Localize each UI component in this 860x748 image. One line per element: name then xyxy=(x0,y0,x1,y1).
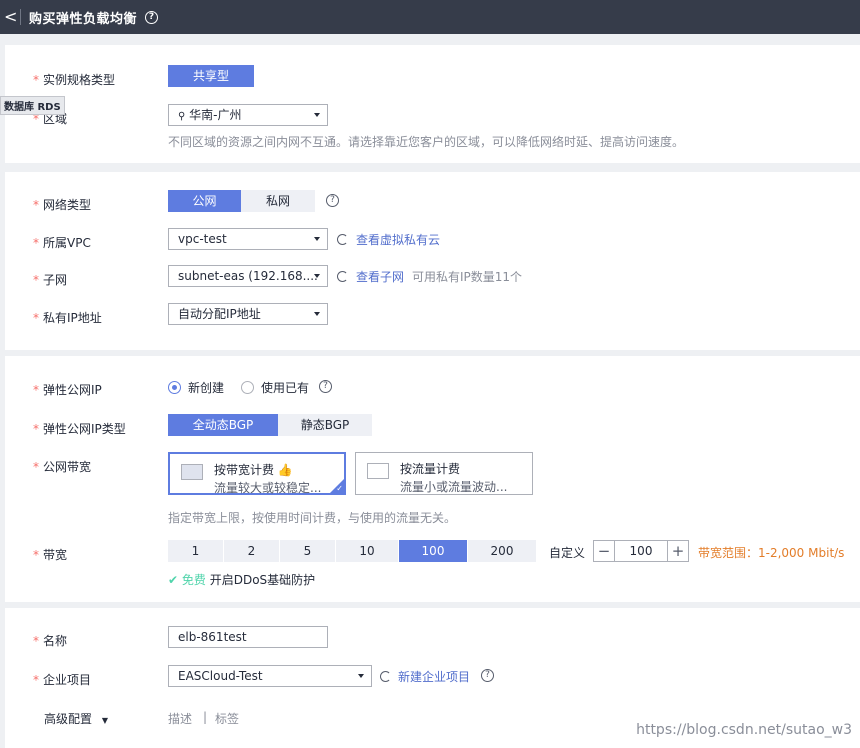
name-row: * 名称 elb-861test xyxy=(5,626,860,652)
refresh-icon[interactable] xyxy=(380,671,391,682)
eip-label: * 弹性公网IP xyxy=(33,383,102,397)
private-ip-select[interactable]: 自动分配IP地址 xyxy=(168,303,328,325)
region-row: * 区域 ⚲ 华南-广州 不同区域的资源之间内网不互通。请选择靠近您客户的区域，可… xyxy=(5,104,860,149)
back-arrow-icon[interactable]: < xyxy=(4,0,18,34)
bw-option-1[interactable]: 1 xyxy=(168,540,223,562)
bw-option-10[interactable]: 10 xyxy=(336,540,398,562)
ddos-free-badge: 免费 xyxy=(181,573,206,587)
name-input[interactable]: elb-861test xyxy=(168,626,328,648)
eip-row: * 弹性公网IP 新创建 使用已有 ? xyxy=(5,375,860,401)
check-circle-icon: ✔ xyxy=(168,573,179,587)
bandwidth-chart-icon xyxy=(181,464,203,480)
chevron-down-icon xyxy=(314,237,320,241)
subnet-label: * 子网 xyxy=(33,273,68,287)
bw-option-100[interactable]: 100 xyxy=(399,540,467,562)
network-private-tab[interactable]: 私网 xyxy=(241,190,315,212)
watermark: https://blog.csdn.net/sutao_w3 xyxy=(636,722,852,738)
caret-down-icon: ▼ xyxy=(101,716,108,725)
project-select[interactable]: EASCloud-Test xyxy=(168,665,372,687)
ddos-row: ✔ 免费 开启DDoS基础防护 xyxy=(5,569,860,595)
tag-link[interactable]: 标签 xyxy=(215,710,239,727)
project-label: * 企业项目 xyxy=(33,673,92,687)
bandwidth-row: * 带宽 1 2 5 10 100 200 自定义 − 100 + 带宽范围：1-… xyxy=(5,540,860,566)
rds-tooltip: 数据库 RDS xyxy=(0,96,65,115)
bandwidth-stepper: − 100 + xyxy=(593,540,689,562)
eip-dynamic-bgp-tab[interactable]: 全动态BGP xyxy=(168,414,278,436)
refresh-icon[interactable] xyxy=(337,234,348,245)
project-row: * 企业项目 EASCloud-Test 新建企业项目 ? xyxy=(5,665,860,691)
spec-region-card: * 实例规格类型 共享型 * 区域 ⚲ 华南-广州 不同区域的资源之间内网不互通。请… xyxy=(5,45,860,163)
plus-button[interactable]: + xyxy=(668,541,688,561)
description-link[interactable]: 描述 xyxy=(168,710,192,727)
ddos-info: ✔ 免费 开启DDoS基础防护 xyxy=(168,573,316,587)
bandwidth-range: 带宽范围：1-2,000 Mbit/s xyxy=(698,546,845,560)
network-public-tab[interactable]: 公网 xyxy=(168,190,241,212)
eip-existing-label[interactable]: 使用已有 xyxy=(261,379,309,396)
advanced-toggle[interactable]: 高级配置 ▼ xyxy=(44,710,108,727)
header-divider xyxy=(20,9,21,25)
new-project-link[interactable]: 新建企业项目 xyxy=(398,668,470,685)
spec-row: * 实例规格类型 共享型 xyxy=(5,65,860,91)
top-bar: < 购买弹性负载均衡 ? xyxy=(0,0,860,34)
divider: | xyxy=(203,710,208,724)
eip-card: * 弹性公网IP 新创建 使用已有 ? * 弹性公网IP类型 全动态BGP 静态BG… xyxy=(5,356,860,602)
region-select[interactable]: ⚲ 华南-广州 xyxy=(168,104,328,126)
eip-type-label: * 弹性公网IP类型 xyxy=(33,422,126,436)
chevron-down-icon xyxy=(314,312,320,316)
page-title: 购买弹性负载均衡 xyxy=(29,11,138,27)
vpc-select[interactable]: vpc-test xyxy=(168,228,328,250)
view-subnet-link[interactable]: 查看子网 xyxy=(356,268,404,285)
eip-new-label[interactable]: 新创建 xyxy=(188,379,224,396)
spec-label: * 实例规格类型 xyxy=(33,73,116,87)
location-pin-icon: ⚲ xyxy=(178,111,186,122)
chevron-down-icon xyxy=(314,113,320,117)
network-type-segment: 公网 私网 xyxy=(168,190,315,212)
private-ip-label: * 私有IP地址 xyxy=(33,311,102,325)
private-ip-row: * 私有IP地址 自动分配IP地址 xyxy=(5,303,860,329)
bill-by-traffic-card[interactable]: 按流量计费 流量小或流量波动... xyxy=(355,452,533,495)
subnet-row: * 子网 subnet-eas (192.168.... 查看子网 可用私有IP数… xyxy=(5,265,860,291)
subnet-select[interactable]: subnet-eas (192.168.... xyxy=(168,265,328,287)
bandwidth-label: * 带宽 xyxy=(33,548,68,562)
minus-button[interactable]: − xyxy=(594,541,614,561)
refresh-icon[interactable] xyxy=(337,271,348,282)
chevron-down-icon xyxy=(314,274,320,278)
region-hint: 不同区域的资源之间内网不互通。请选择靠近您客户的区域，可以降低网络时延、提高访问… xyxy=(168,135,685,149)
bill-by-bandwidth-card[interactable]: 按带宽计费 👍 流量较大或较稳定... ✓ xyxy=(168,452,346,495)
help-icon[interactable]: ? xyxy=(319,380,332,393)
bw-type-row: * 公网带宽 按带宽计费 👍 流量较大或较稳定... ✓ 按流量计费 流量小或流量… xyxy=(5,452,860,512)
bandwidth-options: 1 2 5 10 100 200 xyxy=(168,540,537,562)
network-type-label: * 网络类型 xyxy=(33,198,92,212)
vpc-label: * 所属VPC xyxy=(33,236,91,250)
bandwidth-input[interactable]: 100 xyxy=(614,541,668,561)
view-vpc-link[interactable]: 查看虚拟私有云 xyxy=(356,231,440,248)
traffic-chart-icon xyxy=(367,463,389,479)
eip-new-radio[interactable] xyxy=(168,381,181,394)
network-card: * 网络类型 公网 私网 ? * 所属VPC vpc-test 查看虚拟私有云 * 子… xyxy=(5,172,860,350)
help-icon[interactable]: ? xyxy=(326,194,339,207)
eip-type-row: * 弹性公网IP类型 全动态BGP 静态BGP xyxy=(5,414,860,440)
check-icon: ✓ xyxy=(336,484,343,493)
bw-option-2[interactable]: 2 xyxy=(224,540,279,562)
eip-type-segment: 全动态BGP 静态BGP xyxy=(168,414,372,436)
custom-label: 自定义 xyxy=(549,546,586,560)
thumbs-up-icon: 👍 xyxy=(277,463,293,477)
chevron-down-icon xyxy=(358,674,364,678)
eip-static-bgp-tab[interactable]: 静态BGP xyxy=(278,414,372,436)
help-icon[interactable]: ? xyxy=(145,10,159,24)
network-type-row: * 网络类型 公网 私网 ? xyxy=(5,190,860,216)
bill-hint: 指定带宽上限，按使用时间计费，与使用的流量无关。 xyxy=(168,511,457,525)
help-icon[interactable]: ? xyxy=(481,669,494,682)
spec-shared-button[interactable]: 共享型 xyxy=(168,65,254,87)
bw-option-200[interactable]: 200 xyxy=(468,540,536,562)
name-label: * 名称 xyxy=(33,634,68,648)
vpc-row: * 所属VPC vpc-test 查看虚拟私有云 xyxy=(5,228,860,254)
subnet-ip-hint: 可用私有IP数量11个 xyxy=(412,270,523,284)
bw-type-label: * 公网带宽 xyxy=(33,460,92,474)
bw-option-5[interactable]: 5 xyxy=(280,540,335,562)
eip-existing-radio[interactable] xyxy=(241,381,254,394)
